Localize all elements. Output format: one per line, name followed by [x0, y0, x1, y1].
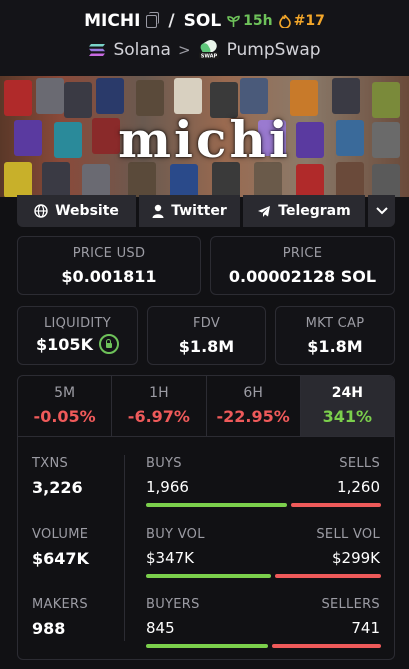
- telegram-icon: [258, 205, 271, 217]
- sellers-bar: [272, 644, 381, 648]
- sells-label: SELLS: [339, 456, 380, 471]
- banner-title: michi: [118, 110, 291, 169]
- token-banner-image: michi: [0, 76, 409, 197]
- liquidity-row: $105K: [18, 333, 137, 356]
- pair-header: MICHI / SOL 15h #17 Solana > SWAP PumpSw…: [0, 0, 409, 76]
- tab-6h[interactable]: 6H -22.95%: [207, 376, 301, 436]
- sell-vol-value: $299K: [331, 549, 380, 567]
- market-cap-card: MKT CAP $1.8M: [275, 306, 395, 365]
- fdv-label: FDV: [192, 316, 221, 331]
- price-usd-label: PRICE USD: [72, 246, 146, 261]
- buys-value: 1,966: [146, 478, 189, 496]
- globe-icon: [34, 204, 48, 218]
- chevron-down-icon: [375, 207, 388, 215]
- fdv-card: FDV $1.8M: [147, 306, 266, 365]
- market-cap-value: $1.8M: [307, 337, 363, 356]
- txns-label: TXNS: [32, 456, 69, 471]
- telegram-button[interactable]: Telegram: [243, 195, 365, 227]
- trending-rank-value: #17: [293, 13, 325, 29]
- liquidity-card: LIQUIDITY $105K: [17, 306, 138, 365]
- makers-value: 988: [32, 619, 66, 638]
- tab-change: -6.97%: [127, 407, 190, 426]
- stats-divider: [124, 455, 125, 641]
- twitter-label: Twitter: [171, 203, 227, 219]
- buy-vol-value: $347K: [146, 549, 195, 567]
- liquidity-value: $105K: [36, 335, 93, 354]
- market-cap-label: MKT CAP: [305, 316, 365, 331]
- timeframe-tabs: 5M -0.05% 1H -6.97% 6H -22.95% 24H 341%: [17, 375, 395, 437]
- buy-vol-label: BUY VOL: [146, 527, 205, 542]
- sells-bar: [291, 503, 381, 507]
- tab-label: 6H: [243, 385, 263, 401]
- trending-rank: #17: [278, 13, 325, 29]
- svg-text:SWAP: SWAP: [200, 54, 217, 60]
- social-links: Website Twitter Telegram: [17, 195, 395, 227]
- txns-value: 3,226: [32, 478, 83, 497]
- more-links-button[interactable]: [368, 195, 395, 227]
- pumpswap-icon: SWAP: [198, 40, 219, 60]
- price-native-label: PRICE: [282, 246, 323, 261]
- sells-value: 1,260: [337, 478, 380, 496]
- tab-label: 24H: [331, 385, 363, 401]
- sell-vol-bar: [275, 574, 381, 578]
- sellers-label: SELLERS: [321, 597, 380, 612]
- dex-link[interactable]: PumpSwap: [227, 40, 321, 60]
- trade-stats-panel: TXNS 3,226 VOLUME $647K MAKERS 988 BUYS …: [17, 437, 395, 660]
- sellers-value: 741: [351, 619, 380, 637]
- website-button[interactable]: Website: [17, 195, 136, 227]
- chevron-right-icon: >: [177, 41, 191, 59]
- website-label: Website: [55, 203, 119, 219]
- price-native-value: 0.00002128 SOL: [228, 267, 377, 286]
- tab-5m[interactable]: 5M -0.05%: [18, 376, 113, 436]
- quote-symbol: SOL: [183, 11, 222, 31]
- user-icon: [152, 204, 164, 218]
- tab-label: 5M: [54, 385, 76, 401]
- tab-24h[interactable]: 24H 341%: [300, 376, 394, 436]
- sprout-icon: [227, 15, 240, 27]
- buy-vol-bar: [146, 574, 271, 578]
- telegram-label: Telegram: [278, 203, 351, 219]
- fdv-value: $1.8M: [178, 337, 235, 356]
- chain-link[interactable]: Solana: [113, 40, 171, 60]
- tab-change: -22.95%: [216, 407, 290, 426]
- lock-icon[interactable]: [98, 333, 119, 354]
- pair-title: MICHI / SOL 15h #17: [0, 11, 409, 31]
- makers-label: MAKERS: [32, 597, 88, 612]
- tab-1h[interactable]: 1H -6.97%: [112, 376, 207, 436]
- sell-vol-label: SELL VOL: [316, 527, 380, 542]
- tab-label: 1H: [149, 385, 169, 401]
- volume-label: VOLUME: [32, 527, 89, 542]
- tab-change: -0.05%: [33, 407, 96, 426]
- pair-age: 15h: [227, 13, 273, 29]
- price-usd-value: $0.001811: [61, 267, 157, 286]
- token-symbol: MICHI: [84, 11, 141, 31]
- tab-change: 341%: [322, 407, 373, 426]
- copy-icon[interactable]: [146, 11, 160, 28]
- volume-value: $647K: [32, 549, 89, 568]
- flame-icon: [278, 14, 291, 28]
- solana-icon: [89, 44, 106, 56]
- buys-bar: [146, 503, 287, 507]
- breadcrumb: Solana > SWAP PumpSwap: [0, 40, 409, 60]
- price-usd-card: PRICE USD $0.001811: [17, 236, 201, 295]
- liquidity-label: LIQUIDITY: [43, 316, 112, 331]
- buyers-value: 845: [146, 619, 175, 637]
- pair-age-value: 15h: [243, 13, 273, 29]
- price-native-card: PRICE 0.00002128 SOL: [210, 236, 395, 295]
- buyers-label: BUYERS: [146, 597, 200, 612]
- twitter-button[interactable]: Twitter: [139, 195, 240, 227]
- pair-separator: /: [168, 11, 175, 31]
- buyers-bar: [146, 644, 268, 648]
- buys-label: BUYS: [146, 456, 182, 471]
